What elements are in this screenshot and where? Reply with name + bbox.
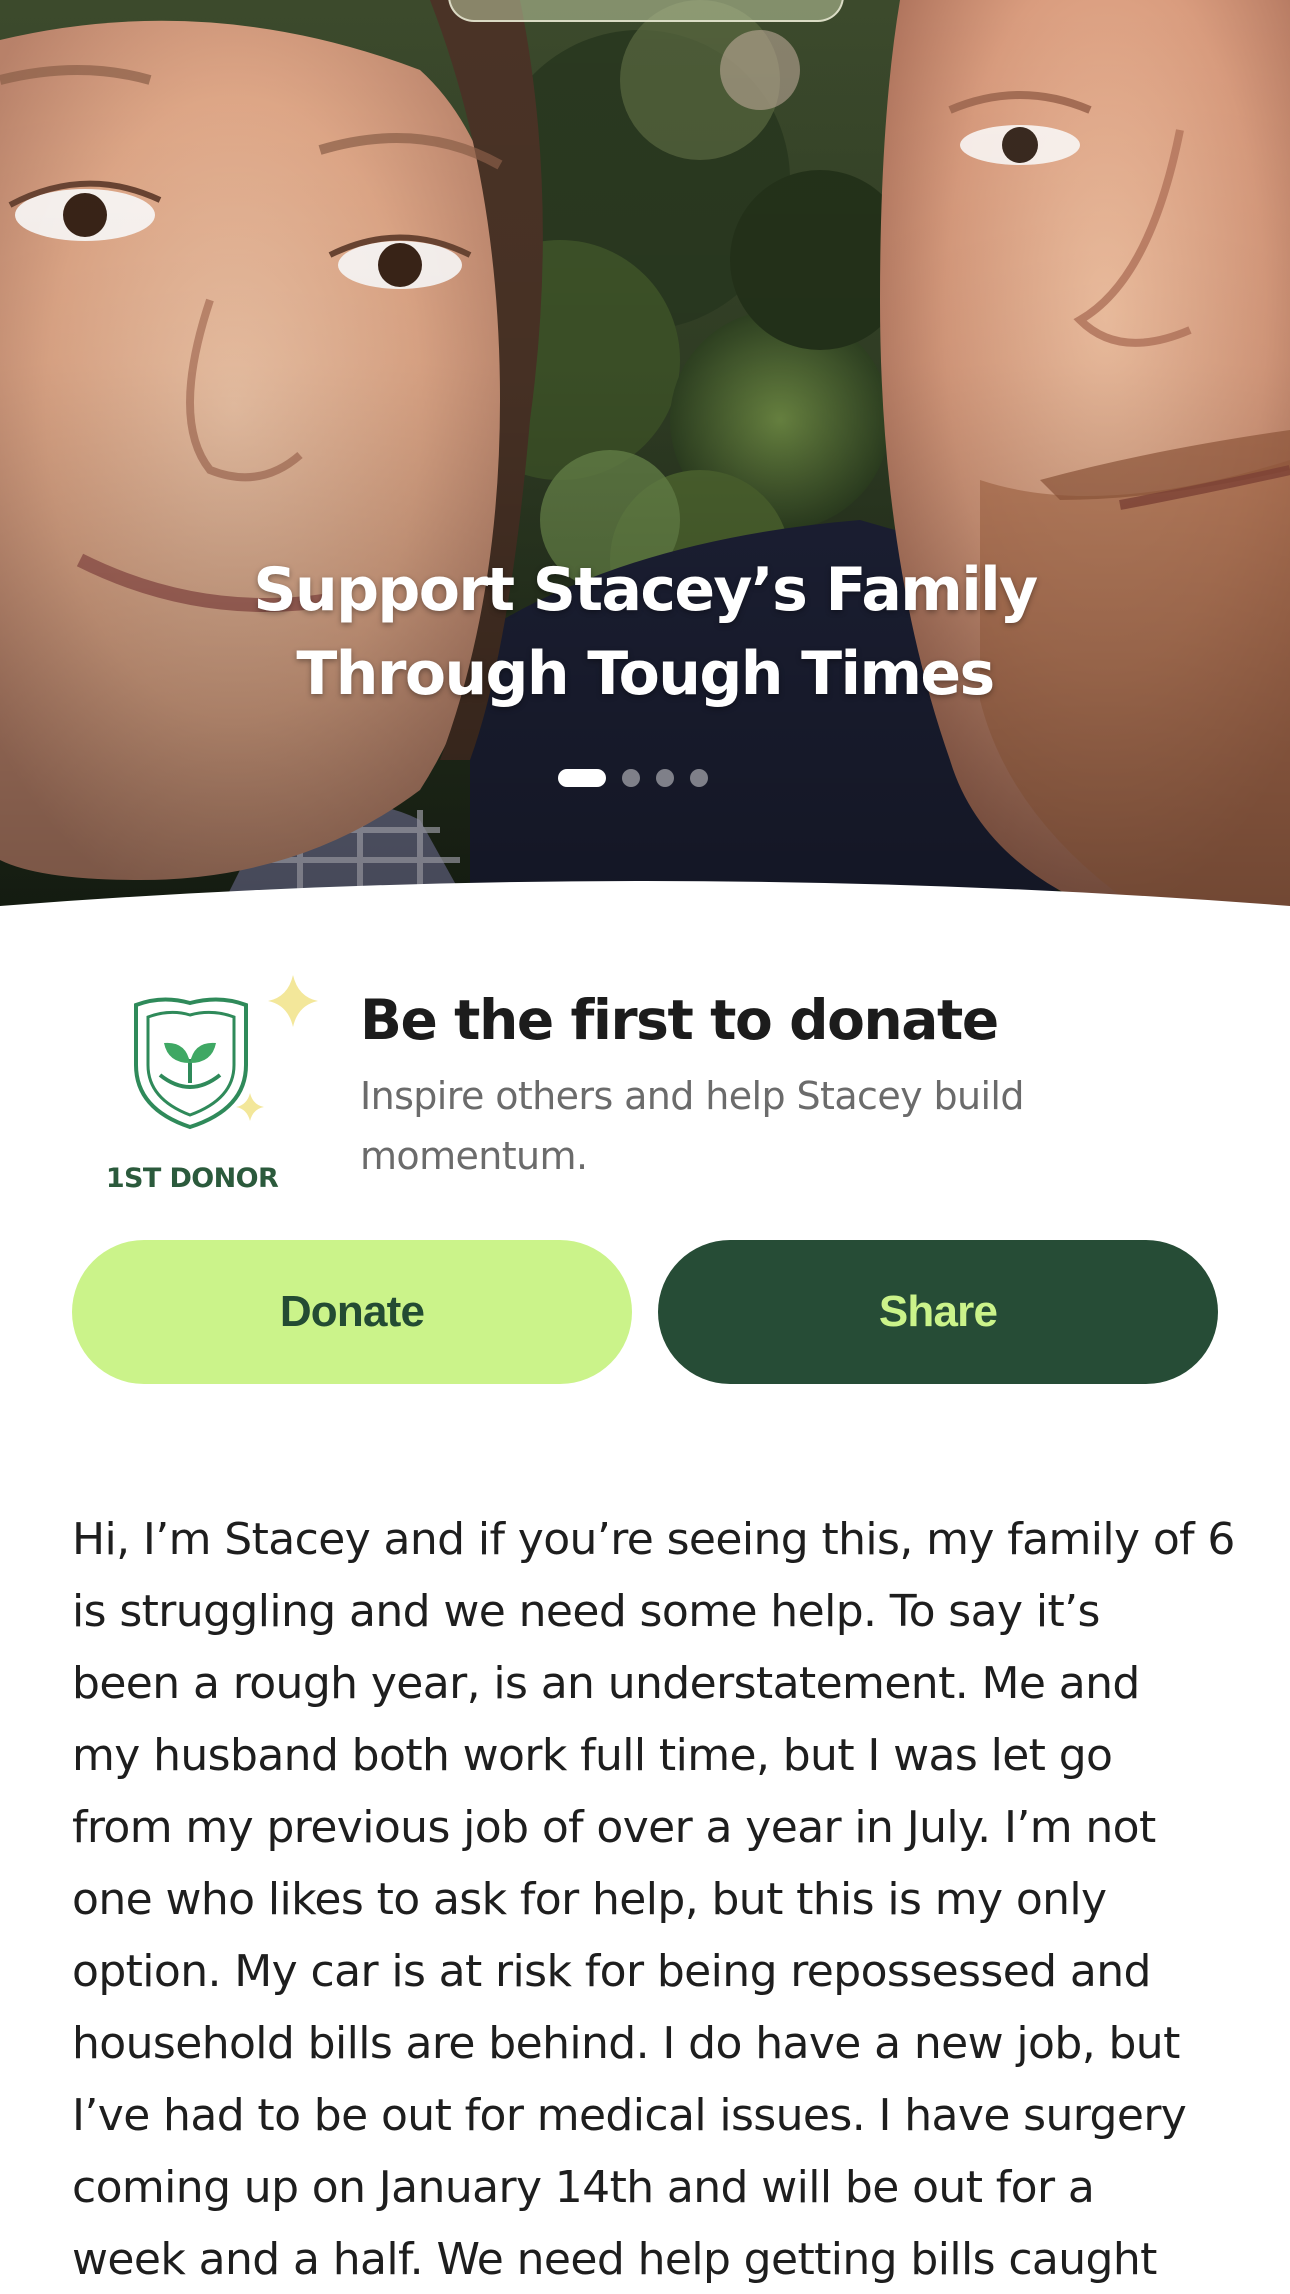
fundraiser-story: Hi, I’m Stacey and if you’re seeing this… (72, 1504, 1235, 2294)
story-line: Hi, I’m Stacey and if you’re seeing this… (72, 1514, 1235, 1565)
carousel-dot-4[interactable] (690, 769, 708, 787)
story-line: from my previous job of over a year in J… (72, 1802, 1156, 1853)
first-donor-subtext-line-1: Inspire others and help Stacey build (360, 1074, 1025, 1118)
story-line: I’ve had to be out for medical issues. I… (72, 2090, 1187, 2141)
carousel-dot-1-active[interactable] (558, 769, 606, 787)
story-line: my husband both work full time, but I wa… (72, 1730, 1113, 1781)
story-line: been a rough year, is an understatement.… (72, 1658, 1140, 1709)
fundraiser-title: Support Stacey’s Family Through Tough Ti… (145, 548, 1145, 716)
carousel-dot-2[interactable] (622, 769, 640, 787)
hero-curve-divider (0, 881, 1290, 910)
story-line: household bills are behind. I do have a … (72, 2018, 1180, 2069)
fundraiser-page: Support Stacey’s Family Through Tough Ti… (0, 0, 1290, 2294)
first-donor-subtext-line-2: momentum. (360, 1134, 588, 1178)
shield-sprout-icon (134, 975, 318, 1130)
carousel-indicator (558, 768, 708, 788)
share-button[interactable]: Share (658, 1240, 1218, 1384)
hero-carousel[interactable]: Support Stacey’s Family Through Tough Ti… (0, 0, 1290, 910)
story-line: is struggling and we need some help. To … (72, 1586, 1100, 1637)
carousel-dot-3[interactable] (656, 769, 674, 787)
first-donor-subtext: Inspire others and help Stacey build mom… (360, 1066, 1140, 1186)
story-line: coming up on January 14th and will be ou… (72, 2162, 1095, 2213)
story-line: week and a half. We need help getting bi… (72, 2234, 1157, 2285)
fundraiser-title-line-2: Through Tough Times (296, 639, 995, 709)
first-donor-badge-label: 1ST DONOR (105, 1163, 279, 1194)
story-line: option. My car is at risk for being repo… (72, 1946, 1151, 1997)
fundraiser-title-line-1: Support Stacey’s Family (253, 555, 1038, 625)
donate-button[interactable]: Donate (72, 1240, 632, 1384)
first-donor-heading: Be the first to donate (360, 988, 999, 1052)
camera-notch (448, 0, 844, 22)
story-line: one who likes to ask for help, but this … (72, 1874, 1107, 1925)
